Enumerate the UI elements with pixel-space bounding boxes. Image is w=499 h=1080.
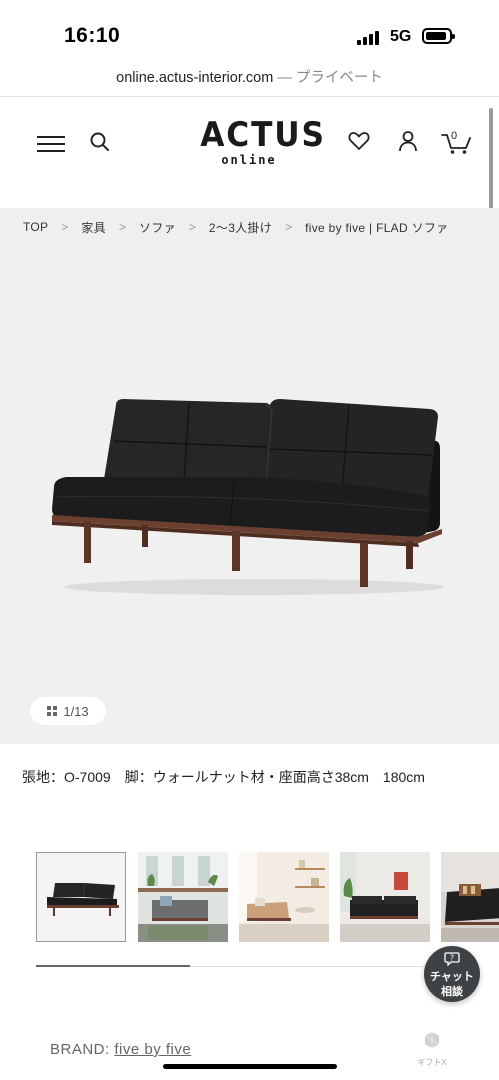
breadcrumb-separator: > (188, 220, 196, 234)
image-counter[interactable]: 1/13 (30, 697, 106, 725)
thumbnail-strip[interactable] (36, 852, 499, 944)
svg-text:?: ? (450, 954, 454, 963)
chat-bubble-icon: ? (444, 952, 460, 966)
user-icon[interactable] (398, 130, 418, 152)
private-label: — プライベート (277, 70, 383, 86)
search-icon[interactable] (89, 131, 111, 153)
chat-label-line1: チャット (430, 971, 474, 983)
site-header: ACTUS online (0, 97, 499, 187)
heart-icon[interactable] (348, 131, 370, 151)
brand-link[interactable]: five by five (114, 1041, 191, 1058)
product-gallery[interactable]: 1/13 (0, 246, 499, 744)
image-counter-text: 1/13 (63, 703, 89, 719)
thumbnail-5[interactable] (441, 852, 499, 942)
scrollbar[interactable] (489, 108, 493, 212)
breadcrumb-current: five by five | FLAD ソファ (305, 220, 449, 235)
home-indicator[interactable] (163, 1064, 337, 1069)
breadcrumb-furniture[interactable]: 家具 (81, 219, 106, 236)
breadcrumb-separator: > (285, 220, 293, 234)
thumbnail-scroll-thumb[interactable] (36, 965, 190, 967)
gift-icon (424, 1032, 440, 1048)
product-image-sofa (52, 399, 444, 595)
breadcrumb-separator: > (118, 220, 126, 234)
thumbnail-scroll-track (36, 965, 456, 967)
chat-label-line2: 相談 (441, 986, 463, 998)
network-label: 5G (390, 28, 412, 45)
breadcrumb: TOP > 家具 > ソファ > 2〜3人掛け > five by five |… (0, 208, 499, 246)
logo-word: ACTUS (200, 115, 326, 155)
logo-sub: online (221, 153, 277, 167)
url-bar[interactable]: online.actus-interior.com — プライベート (0, 66, 499, 92)
breadcrumb-separator: > (61, 220, 69, 234)
status-time: 16:10 (64, 24, 121, 47)
battery-icon (422, 28, 455, 44)
status-bar: 16:10 5G (0, 0, 499, 60)
menu-icon[interactable] (37, 136, 65, 152)
thumbnail-2[interactable] (138, 852, 228, 942)
url-domain[interactable]: online.actus-interior.com (116, 70, 273, 86)
gift-label: ギフトX (417, 1058, 447, 1067)
chat-consult-button[interactable]: ? チャット 相談 (424, 946, 480, 1002)
signal-icon (357, 29, 383, 45)
thumbnail-4[interactable] (340, 852, 430, 942)
brand-label: BRAND: (50, 1041, 115, 1058)
breadcrumb-top[interactable]: TOP (23, 220, 48, 234)
thumbnail-3[interactable] (239, 852, 329, 942)
product-spec: 張地：O-7009 脚：ウォールナット材・座面高さ38cm 180cm (22, 769, 425, 785)
actus-logo[interactable]: ACTUS online (196, 115, 326, 170)
brand-line: BRAND: five by five (50, 1041, 191, 1058)
breadcrumb-seater[interactable]: 2〜3人掛け (209, 219, 272, 236)
thumbnail-1[interactable] (36, 852, 126, 942)
breadcrumb-sofa[interactable]: ソファ (139, 219, 176, 236)
cart-count: 0 (451, 130, 458, 142)
grid-icon (47, 706, 58, 716)
gift-badge[interactable]: ギフトX (414, 1030, 450, 1070)
